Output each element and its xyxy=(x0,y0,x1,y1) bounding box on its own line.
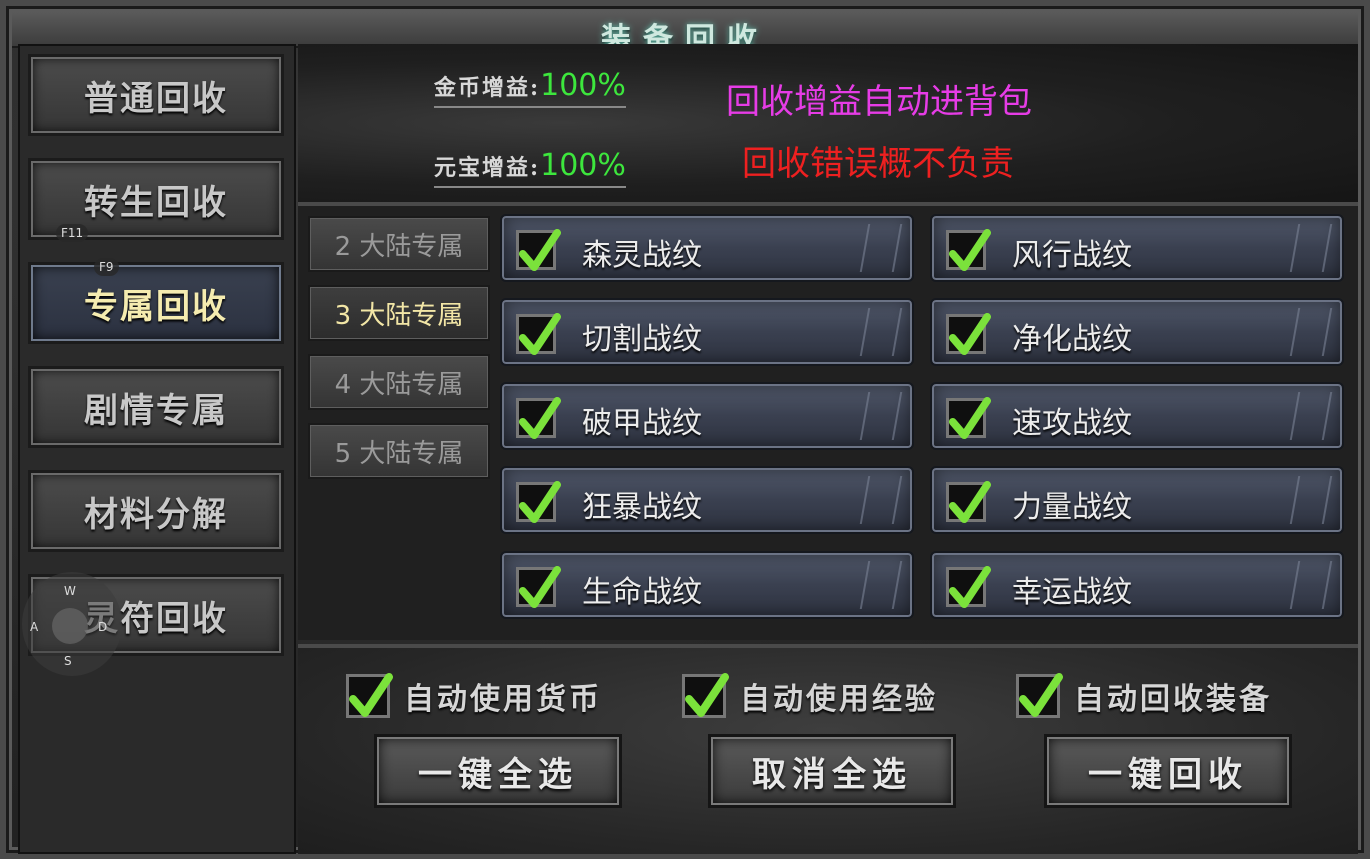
item-checkbox[interactable] xyxy=(946,396,991,440)
bottom-controls: 自动使用货币 自动使用经验 自动回收装备 一键全选 取消全选 一键回收 xyxy=(298,644,1358,854)
hotkey-f11-hint: F11 xyxy=(56,224,89,242)
check-icon xyxy=(518,565,561,609)
select-all-button[interactable]: 一键全选 xyxy=(374,734,622,808)
gold-bonus-row: 金币增益:100% xyxy=(434,68,626,108)
list-item[interactable]: 速攻战纹 xyxy=(930,382,1344,450)
item-checkbox[interactable] xyxy=(516,565,561,609)
item-label: 力量战纹 xyxy=(1012,490,1132,525)
list-item[interactable]: 狂暴战纹 xyxy=(500,466,914,534)
auto-bag-notice: 回收增益自动进背包 xyxy=(726,82,1032,122)
item-label: 狂暴战纹 xyxy=(582,490,702,525)
check-icon xyxy=(518,312,561,356)
joystick-knob[interactable] xyxy=(52,608,88,644)
ingot-bonus-label: 元宝增益: xyxy=(434,155,541,181)
category-menu: 普通回收 转生回收 专属回收 剧情专属 材料分解 灵符回收 xyxy=(18,44,296,854)
gold-bonus-label: 金币增益: xyxy=(434,75,541,101)
list-item[interactable]: 力量战纹 xyxy=(930,466,1344,534)
check-icon xyxy=(948,480,991,524)
ornament-icon xyxy=(1289,476,1333,524)
list-item[interactable]: 幸运战纹 xyxy=(930,551,1344,619)
item-label: 速攻战纹 xyxy=(1012,406,1132,441)
tab-continent-4[interactable]: 4 大陆专属 xyxy=(308,354,490,410)
check-icon xyxy=(948,565,991,609)
gold-bonus-value: 100% xyxy=(540,68,626,103)
tab-continent-2[interactable]: 2 大陆专属 xyxy=(308,216,490,272)
check-icon xyxy=(948,312,991,356)
joystick-key-left: A xyxy=(30,620,39,634)
ornament-icon xyxy=(859,392,903,440)
menu-material-decompose[interactable]: 材料分解 xyxy=(28,470,284,552)
menu-normal-recycle[interactable]: 普通回收 xyxy=(28,54,284,136)
check-icon xyxy=(518,396,561,440)
list-item[interactable]: 破甲战纹 xyxy=(500,382,914,450)
item-label: 风行战纹 xyxy=(1012,238,1132,273)
list-item[interactable]: 风行战纹 xyxy=(930,214,1344,282)
item-checkbox[interactable] xyxy=(516,312,561,356)
check-icon xyxy=(1019,673,1063,717)
item-checkbox[interactable] xyxy=(516,228,561,272)
check-icon xyxy=(518,480,561,524)
ornament-icon xyxy=(1289,224,1333,272)
item-checkbox[interactable] xyxy=(946,312,991,356)
item-label: 净化战纹 xyxy=(1012,322,1132,357)
check-icon xyxy=(685,673,729,717)
check-icon xyxy=(349,673,393,717)
tab-continent-3[interactable]: 3 大陆专属 xyxy=(308,285,490,341)
joystick-key-down: S xyxy=(64,654,72,668)
item-label: 破甲战纹 xyxy=(582,406,702,441)
item-checkbox[interactable] xyxy=(946,480,991,524)
item-checkbox[interactable] xyxy=(946,228,991,272)
auto-recycle-label: 自动回收装备 xyxy=(1074,682,1272,717)
virtual-joystick[interactable]: W A D S xyxy=(22,572,122,676)
ornament-icon xyxy=(1289,308,1333,356)
ornament-icon xyxy=(859,308,903,356)
auto-currency-label: 自动使用货币 xyxy=(404,682,602,717)
ornament-icon xyxy=(859,224,903,272)
ingot-bonus-value: 100% xyxy=(540,148,626,183)
auto-recycle-checkbox[interactable] xyxy=(1016,673,1063,718)
joystick-key-right: D xyxy=(98,620,108,634)
auto-exp-checkbox[interactable] xyxy=(682,673,729,718)
item-checkbox[interactable] xyxy=(946,565,991,609)
hotkey-f9-hint: F9 xyxy=(94,258,119,276)
item-label: 切割战纹 xyxy=(582,322,702,357)
check-icon xyxy=(948,228,991,272)
ornament-icon xyxy=(859,561,903,609)
list-item[interactable]: 净化战纹 xyxy=(930,298,1344,366)
check-icon xyxy=(948,396,991,440)
option-auto-use-currency[interactable]: 自动使用货币 xyxy=(346,673,602,718)
recycle-button[interactable]: 一键回收 xyxy=(1044,734,1292,808)
tab-continent-5[interactable]: 5 大陆专属 xyxy=(308,423,490,479)
list-item[interactable]: 生命战纹 xyxy=(500,551,914,619)
item-label: 幸运战纹 xyxy=(1012,575,1132,610)
option-auto-use-exp[interactable]: 自动使用经验 xyxy=(682,673,938,718)
title-bar: 装备回收 xyxy=(12,12,1358,57)
list-item[interactable]: 森灵战纹 xyxy=(500,214,914,282)
ornament-icon xyxy=(1289,392,1333,440)
auto-exp-label: 自动使用经验 xyxy=(740,682,938,717)
ingot-bonus-row: 元宝增益:100% xyxy=(434,148,626,188)
ornament-icon xyxy=(1289,561,1333,609)
option-auto-recycle-equipment[interactable]: 自动回收装备 xyxy=(1016,673,1272,718)
disclaimer-notice: 回收错误概不负责 xyxy=(742,144,1014,184)
check-icon xyxy=(518,228,561,272)
menu-exclusive-recycle[interactable]: 专属回收 xyxy=(28,262,284,344)
item-label: 生命战纹 xyxy=(582,575,702,610)
deselect-all-button[interactable]: 取消全选 xyxy=(708,734,956,808)
ornament-icon xyxy=(859,476,903,524)
item-label: 森灵战纹 xyxy=(582,238,702,273)
joystick-key-up: W xyxy=(64,584,76,598)
item-checkbox[interactable] xyxy=(516,396,561,440)
list-item[interactable]: 切割战纹 xyxy=(500,298,914,366)
auto-currency-checkbox[interactable] xyxy=(346,673,393,718)
menu-story-exclusive[interactable]: 剧情专属 xyxy=(28,366,284,448)
bonus-info-panel: 金币增益:100% 元宝增益:100% 回收增益自动进背包 回收错误概不负责 xyxy=(298,44,1358,206)
item-checkbox[interactable] xyxy=(516,480,561,524)
